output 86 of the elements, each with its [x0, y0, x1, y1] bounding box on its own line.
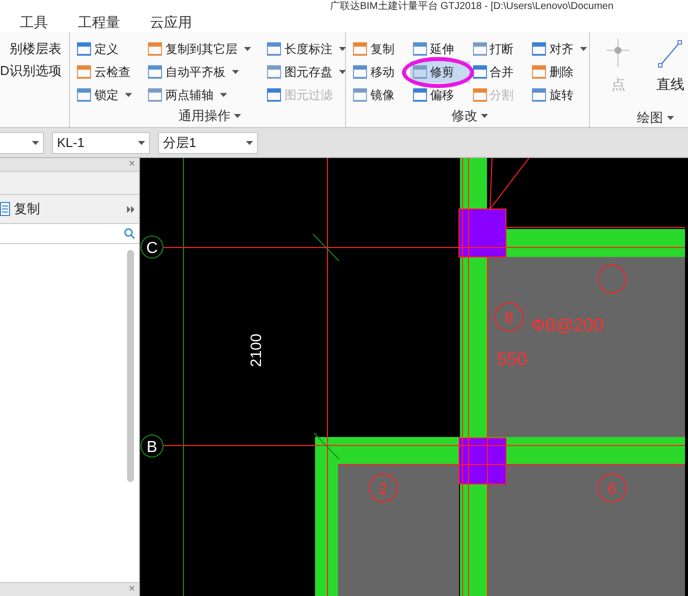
- ribbon-button[interactable]: 删除: [529, 61, 590, 83]
- ribbon-button[interactable]: 别楼层表: [0, 38, 62, 60]
- scrollbar[interactable]: [127, 250, 134, 482]
- ribbon-button[interactable]: 移动: [350, 61, 410, 83]
- caret-icon: [666, 116, 674, 120]
- tool-icon: [532, 88, 546, 102]
- caret-icon: [232, 70, 240, 74]
- dimension-text: 2100: [248, 334, 265, 367]
- tool-icon: [413, 88, 428, 102]
- tool-icon: [353, 65, 368, 79]
- ribbon-button[interactable]: 直线: [648, 38, 688, 108]
- caret-icon: [220, 93, 228, 97]
- ribbon-button[interactable]: 定义: [74, 38, 136, 60]
- ribbon-button[interactable]: 打断: [470, 38, 530, 60]
- caret-icon: [234, 114, 242, 118]
- line-icon: [656, 38, 684, 68]
- tool-icon: [353, 42, 368, 56]
- slab-mark-icon: [598, 264, 626, 294]
- ribbon-button[interactable]: D识别选项: [0, 60, 62, 82]
- more-icon[interactable]: [127, 206, 135, 212]
- ribbon-button[interactable]: 图元存盘: [264, 61, 350, 83]
- tool-icon: [472, 42, 487, 56]
- caret-icon: [339, 47, 346, 51]
- thickness-text: 550: [497, 349, 528, 369]
- tool-icon: [413, 65, 428, 79]
- tool-icon: [148, 42, 162, 56]
- group-title: 修改: [451, 107, 478, 125]
- ribbon-button[interactable]: 对齐: [529, 38, 590, 60]
- caret-icon: [339, 70, 346, 74]
- group-title: 绘图: [636, 109, 663, 127]
- rebar-text: Φ8@200: [531, 315, 604, 335]
- ribbon-button[interactable]: 合并: [470, 61, 530, 83]
- caret-icon: [244, 47, 252, 51]
- caret-icon: [138, 140, 145, 144]
- tool-icon: [532, 65, 546, 79]
- window-title: 广联达BIM土建计量平台 GTJ2018 - [D:\Users\Lenovo\Documen: [330, 1, 614, 13]
- tool-icon: [77, 65, 92, 79]
- slab-mark: 2: [368, 474, 398, 502]
- menu-tab[interactable]: 云应用: [148, 12, 194, 33]
- tool-icon: [77, 42, 92, 56]
- dropdown-field[interactable]: 分层1: [158, 132, 258, 154]
- caret-icon: [125, 93, 132, 97]
- menu-tab[interactable]: 工程量: [76, 12, 122, 33]
- ribbon-button[interactable]: 锁定: [74, 84, 136, 106]
- axis-bubble: C: [140, 236, 164, 258]
- dropdown-field[interactable]: KL-1: [52, 132, 150, 154]
- tool-icon: [267, 42, 282, 56]
- ribbon-button[interactable]: 自动平齐板: [145, 61, 254, 83]
- point-icon: [604, 38, 632, 68]
- group-title: 通用操作: [178, 107, 230, 125]
- dropdown-field[interactable]: [0, 132, 44, 154]
- caret-icon: [481, 114, 488, 118]
- document-icon: [0, 202, 10, 216]
- highlight-ellipse: [402, 57, 474, 88]
- tool-icon: [267, 88, 282, 102]
- close-button[interactable]: ×: [128, 584, 135, 595]
- tool-icon: [472, 88, 487, 102]
- ribbon-button[interactable]: 延伸: [410, 38, 470, 60]
- close-button[interactable]: ×: [128, 159, 135, 170]
- ribbon-button[interactable]: 复制到其它层: [145, 38, 254, 60]
- ribbon-button[interactable]: 长度标注: [264, 38, 350, 60]
- tool-icon: [148, 88, 162, 102]
- ribbon-button[interactable]: 偏移: [410, 84, 470, 106]
- tool-icon: [472, 65, 487, 79]
- ribbon-button[interactable]: 旋转: [529, 84, 590, 106]
- ribbon-button[interactable]: 镜像: [350, 84, 410, 106]
- tool-icon: [148, 65, 162, 79]
- tool-icon: [353, 88, 368, 102]
- caret-icon: [580, 47, 588, 51]
- ribbon-button[interactable]: 复制: [350, 38, 410, 60]
- axis-bubble: B: [140, 434, 164, 458]
- menu-tab[interactable]: 工具: [18, 12, 50, 33]
- caret-icon: [32, 140, 39, 144]
- search-field[interactable]: [0, 224, 139, 244]
- ribbon-button[interactable]: 两点辅轴: [145, 84, 254, 106]
- tool-icon: [77, 88, 92, 102]
- copy-button[interactable]: 复制: [0, 199, 40, 219]
- tool-icon: [413, 42, 428, 56]
- slab-mark: 8: [494, 302, 524, 332]
- search-icon: [124, 228, 135, 239]
- ribbon-button[interactable]: 云检查: [74, 61, 136, 83]
- cad-canvas[interactable]: C B 2100 Φ8@200 550 8 2 6: [140, 158, 688, 596]
- tool-icon: [532, 42, 546, 56]
- tool-icon: [267, 65, 282, 79]
- slab-mark: 6: [598, 474, 626, 502]
- caret-icon: [246, 140, 253, 144]
